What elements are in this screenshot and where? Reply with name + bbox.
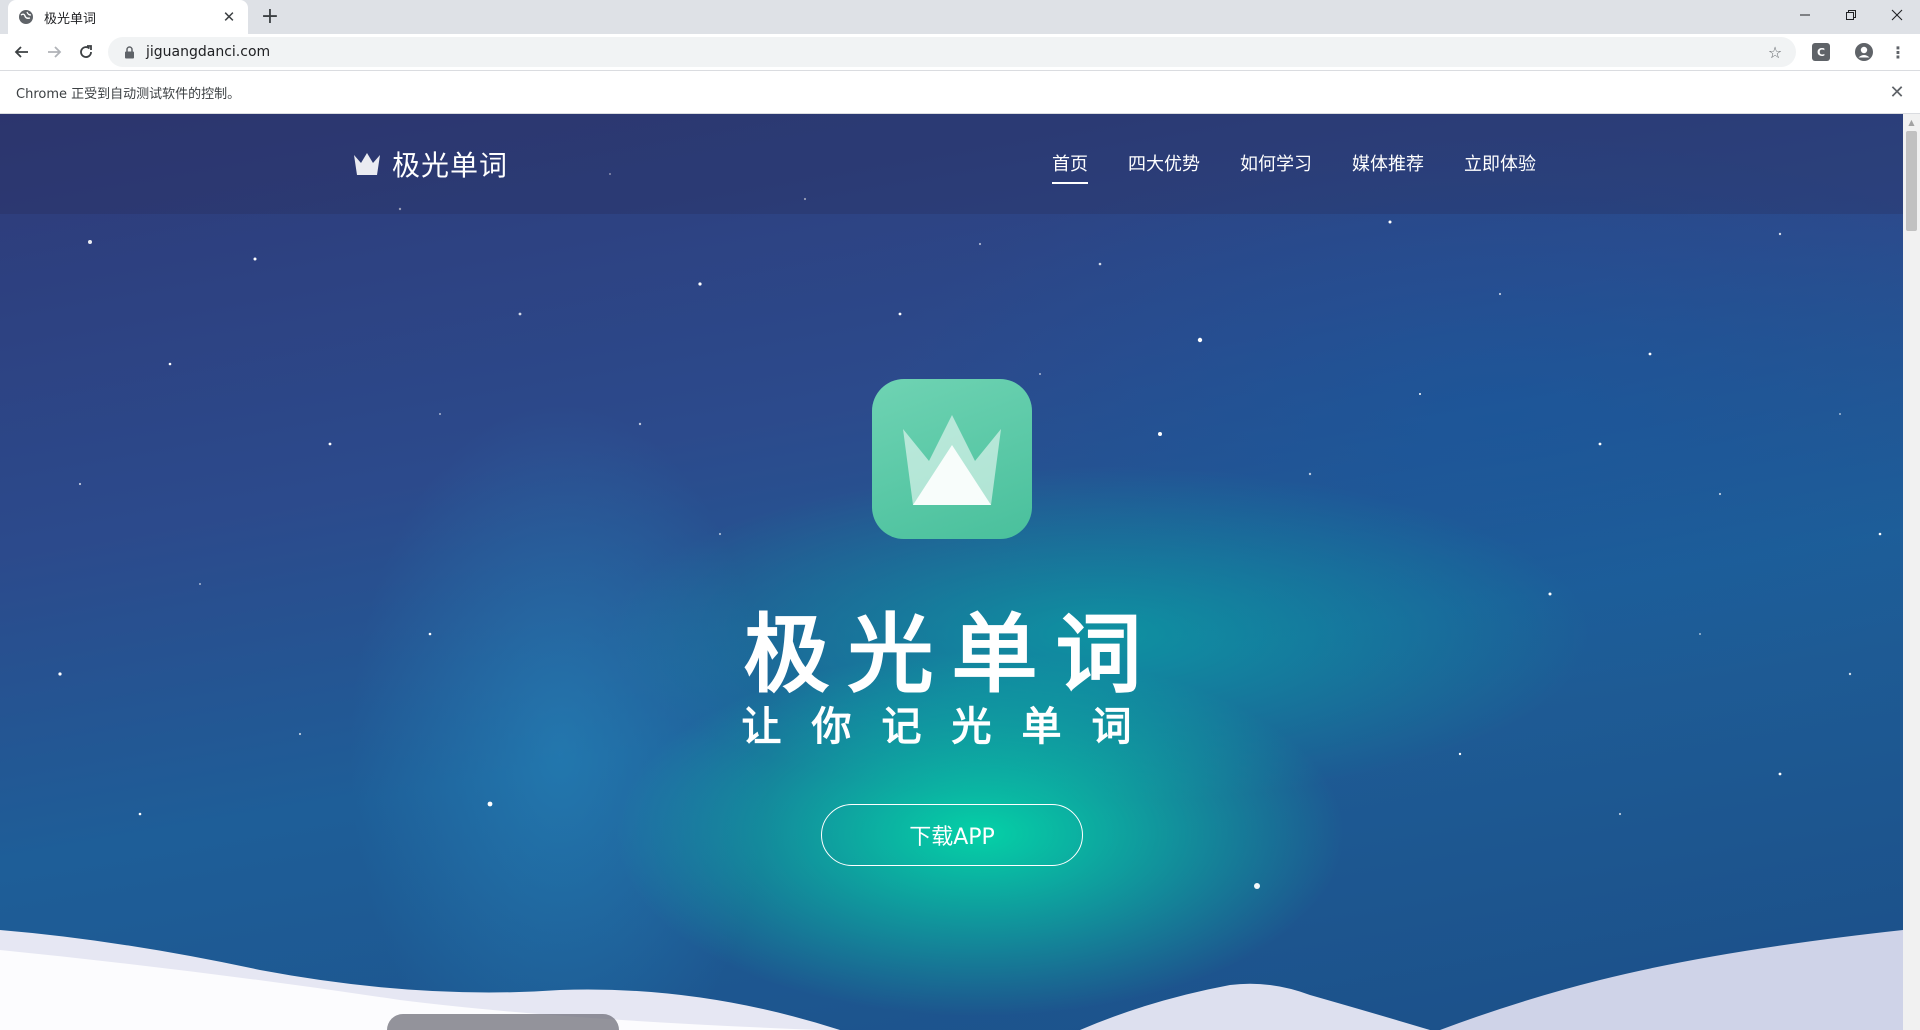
tab-strip: 极光单词 ✕ + [0,0,1920,34]
globe-icon [18,9,34,25]
nav-try-now[interactable]: 立即体验 [1464,150,1536,184]
snowy-hills [0,930,1903,1030]
address-bar[interactable]: jiguangdanci.com ☆ [108,37,1796,67]
profile-icon[interactable] [1854,42,1874,62]
extension-icon[interactable]: C [1812,43,1830,61]
nav-media[interactable]: 媒体推荐 [1352,150,1424,184]
hero-subtitle: 让你记光单词 [741,704,1162,750]
browser-tab[interactable]: 极光单词 ✕ [8,0,248,34]
tab-title: 极光单词 [44,11,97,27]
nav-home[interactable]: 首页 [1052,150,1088,184]
bookmark-star-icon[interactable]: ☆ [1766,43,1784,62]
hero-title: 极光单词 [743,605,1160,705]
nav-how-to-learn[interactable]: 如何学习 [1240,150,1312,184]
close-tab-icon[interactable]: ✕ [220,8,238,26]
url-text: jiguangdanci.com [146,44,271,60]
automation-infobar: Chrome 正受到自动测试软件的控制。 ✕ [0,70,1920,114]
page-viewport: 极光单词 首页 四大优势 如何学习 媒体推荐 立即体验 极光单词 让你记光单词 … [0,114,1903,1030]
floating-panel-tab[interactable] [387,1014,619,1030]
forward-icon[interactable] [40,38,68,66]
minimize-icon[interactable] [1782,0,1828,30]
close-infobar-icon[interactable]: ✕ [1888,82,1906,103]
scroll-thumb[interactable] [1906,131,1917,231]
reload-icon[interactable] [72,38,100,66]
back-icon[interactable] [8,38,36,66]
lock-icon[interactable] [122,45,136,59]
browser-toolbar: jiguangdanci.com ☆ C ⋮ [0,34,1920,70]
main-nav: 首页 四大优势 如何学习 媒体推荐 立即体验 [1052,150,1576,184]
nav-advantages[interactable]: 四大优势 [1128,150,1200,184]
infobar-message: Chrome 正受到自动测试软件的控制。 [16,86,241,102]
close-window-icon[interactable] [1874,0,1920,30]
brand[interactable]: 极光单词 [352,144,508,184]
brand-name: 极光单词 [392,149,509,182]
page-scrollbar[interactable]: ▲ [1903,114,1920,1030]
more-menu-icon[interactable]: ⋮ [1888,42,1908,62]
download-app-button[interactable]: 下载APP [821,804,1083,866]
crown-app-icon [903,415,1001,505]
restore-icon[interactable] [1828,0,1874,30]
new-tab-icon[interactable]: + [258,5,282,29]
scroll-up-arrow-icon[interactable]: ▲ [1903,114,1920,131]
site-header: 极光单词 首页 四大优势 如何学习 媒体推荐 立即体验 [0,114,1903,214]
app-icon [872,379,1032,539]
crown-logo-icon [354,153,380,175]
